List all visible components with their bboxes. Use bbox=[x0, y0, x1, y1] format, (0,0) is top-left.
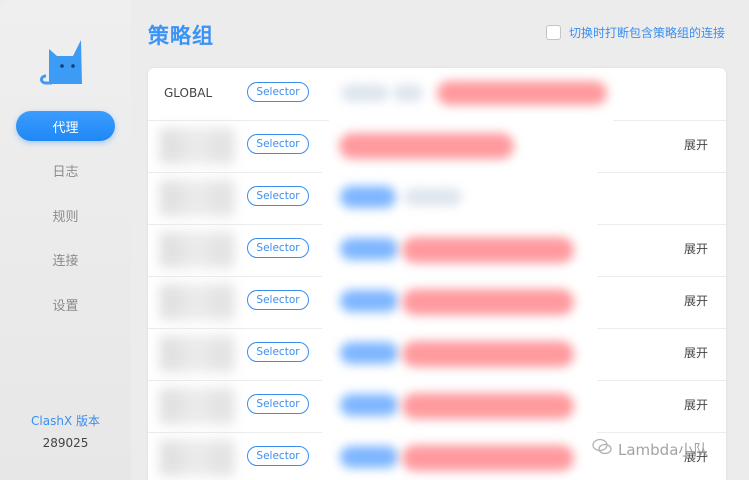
interrupt-connections-option[interactable]: 切换时打断包含策略组的连接 bbox=[545, 24, 725, 41]
group-name-redacted bbox=[160, 180, 234, 216]
watermark-text: Lambda小队 bbox=[618, 440, 709, 459]
policy-group-row: GLOBAL Selector bbox=[148, 68, 726, 121]
main-content: 策略组 切换时打断包含策略组的连接 GLOBAL Selector Select… bbox=[131, 0, 749, 480]
sidebar-item-settings[interactable]: 设置 bbox=[16, 289, 115, 319]
sidebar-item-logs[interactable]: 日志 bbox=[16, 156, 115, 186]
policy-group-row: Selector 展开 bbox=[148, 224, 726, 277]
expand-button[interactable]: 展开 bbox=[684, 276, 708, 326]
policy-group-list: GLOBAL Selector Selector 展开 Selector Sel… bbox=[148, 68, 726, 480]
selected-proxy-redacted bbox=[322, 276, 597, 328]
expand-button[interactable]: 展开 bbox=[684, 328, 708, 378]
selected-proxy-redacted bbox=[322, 432, 597, 480]
sidebar-item-rules[interactable]: 规则 bbox=[16, 200, 115, 230]
app-window: 代理 日志 规则 连接 设置 ClashX 版本 289025 策略组 切换时打… bbox=[0, 0, 749, 480]
group-name-redacted bbox=[160, 284, 234, 320]
selected-proxy-redacted bbox=[329, 68, 613, 120]
version-number: 289025 bbox=[42, 436, 89, 450]
selector-button[interactable]: Selector bbox=[247, 186, 309, 206]
expand-button[interactable]: 展开 bbox=[684, 380, 708, 430]
selector-button[interactable]: Selector bbox=[247, 238, 309, 258]
selector-button[interactable]: Selector bbox=[247, 446, 309, 466]
sidebar-nav: 代理 日志 规则 连接 设置 bbox=[0, 111, 131, 334]
policy-group-row: Selector bbox=[148, 172, 726, 225]
watermark: Lambda小队 bbox=[592, 438, 708, 460]
selector-button[interactable]: Selector bbox=[247, 134, 309, 154]
interrupt-connections-checkbox[interactable] bbox=[545, 25, 561, 40]
group-name: GLOBAL bbox=[164, 86, 213, 100]
group-name-redacted bbox=[160, 388, 234, 424]
selector-button[interactable]: Selector bbox=[247, 342, 309, 362]
cat-icon bbox=[40, 36, 90, 90]
selected-proxy-redacted bbox=[329, 120, 613, 172]
sidebar: 代理 日志 规则 连接 设置 ClashX 版本 289025 bbox=[0, 0, 131, 480]
selector-button[interactable]: Selector bbox=[247, 290, 309, 310]
expand-button[interactable]: 展开 bbox=[684, 224, 708, 274]
selected-proxy-redacted bbox=[322, 380, 597, 432]
group-name-redacted bbox=[160, 440, 234, 476]
policy-group-row: Selector 展开 bbox=[148, 120, 726, 173]
version-label: ClashX 版本 bbox=[31, 414, 100, 428]
selector-button[interactable]: Selector bbox=[247, 394, 309, 414]
sidebar-item-connections[interactable]: 连接 bbox=[16, 245, 115, 275]
policy-group-row: Selector 展开 bbox=[148, 276, 726, 329]
page-title: 策略组 bbox=[148, 24, 214, 48]
selected-proxy-redacted bbox=[322, 224, 597, 276]
expand-button[interactable]: 展开 bbox=[684, 120, 708, 170]
selected-proxy-redacted bbox=[322, 328, 597, 380]
group-name-redacted bbox=[160, 128, 234, 164]
chat-bubble-icon bbox=[592, 438, 612, 460]
policy-group-row: Selector 展开 bbox=[148, 380, 726, 433]
policy-group-row: Selector 展开 bbox=[148, 328, 726, 381]
sidebar-item-proxy[interactable]: 代理 bbox=[16, 111, 115, 141]
selected-proxy-redacted bbox=[322, 172, 597, 224]
selector-button[interactable]: Selector bbox=[247, 82, 309, 102]
group-name-redacted bbox=[160, 232, 234, 268]
group-name-redacted bbox=[160, 336, 234, 372]
interrupt-connections-label: 切换时打断包含策略组的连接 bbox=[568, 26, 725, 40]
